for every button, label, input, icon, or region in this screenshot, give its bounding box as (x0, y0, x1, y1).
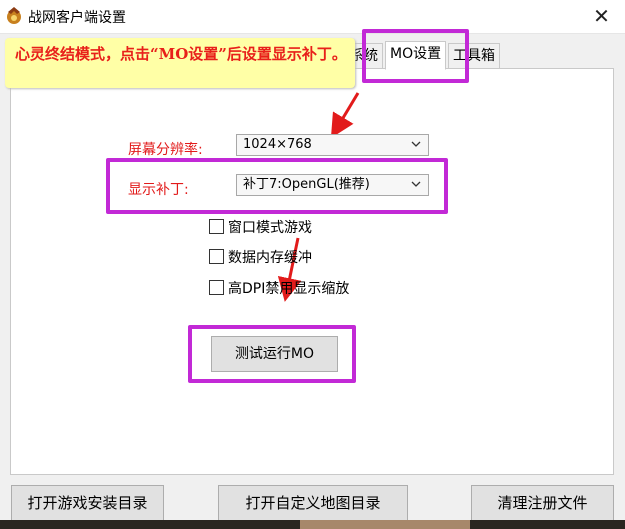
patch-label: 显示补丁: (128, 182, 189, 198)
checkbox[interactable] (209, 249, 224, 264)
resolution-dropdown[interactable]: 1024×768 (236, 134, 429, 156)
chevron-down-icon (411, 181, 421, 187)
checkbox[interactable] (209, 219, 224, 234)
option-windowed-mode[interactable]: 窗口模式游戏 (209, 218, 312, 238)
resolution-label: 屏幕分辨率: (128, 142, 203, 158)
option-high-dpi[interactable]: 高DPI禁用显示缩放 (209, 279, 349, 299)
annotation-arrow (277, 92, 360, 302)
option-label: 窗口模式游戏 (228, 220, 312, 236)
test-run-button[interactable]: 测试运行MO (211, 336, 338, 372)
option-label: 高DPI禁用显示缩放 (228, 281, 350, 297)
clean-registry-button[interactable]: 清理注册文件 (471, 485, 614, 521)
background-strip (0, 520, 625, 529)
checkbox[interactable] (209, 280, 224, 295)
open-map-dir-button[interactable]: 打开自定义地图目录 (218, 485, 408, 521)
open-game-dir-button[interactable]: 打开游戏安装目录 (11, 485, 164, 521)
option-memory-buffer[interactable]: 数据内存缓冲 (209, 248, 312, 268)
option-label: 数据内存缓冲 (228, 250, 312, 266)
chevron-down-icon (411, 141, 421, 147)
settings-window: 战网客户端设置 ✕ 系统 MO设置 工具箱 心灵终结模式，点击“MO设置”后设置… (0, 0, 625, 529)
resolution-value: 1024×768 (243, 137, 312, 152)
patch-value: 补丁7:OpenGL(推荐) (243, 177, 370, 192)
patch-dropdown[interactable]: 补丁7:OpenGL(推荐) (236, 174, 429, 196)
